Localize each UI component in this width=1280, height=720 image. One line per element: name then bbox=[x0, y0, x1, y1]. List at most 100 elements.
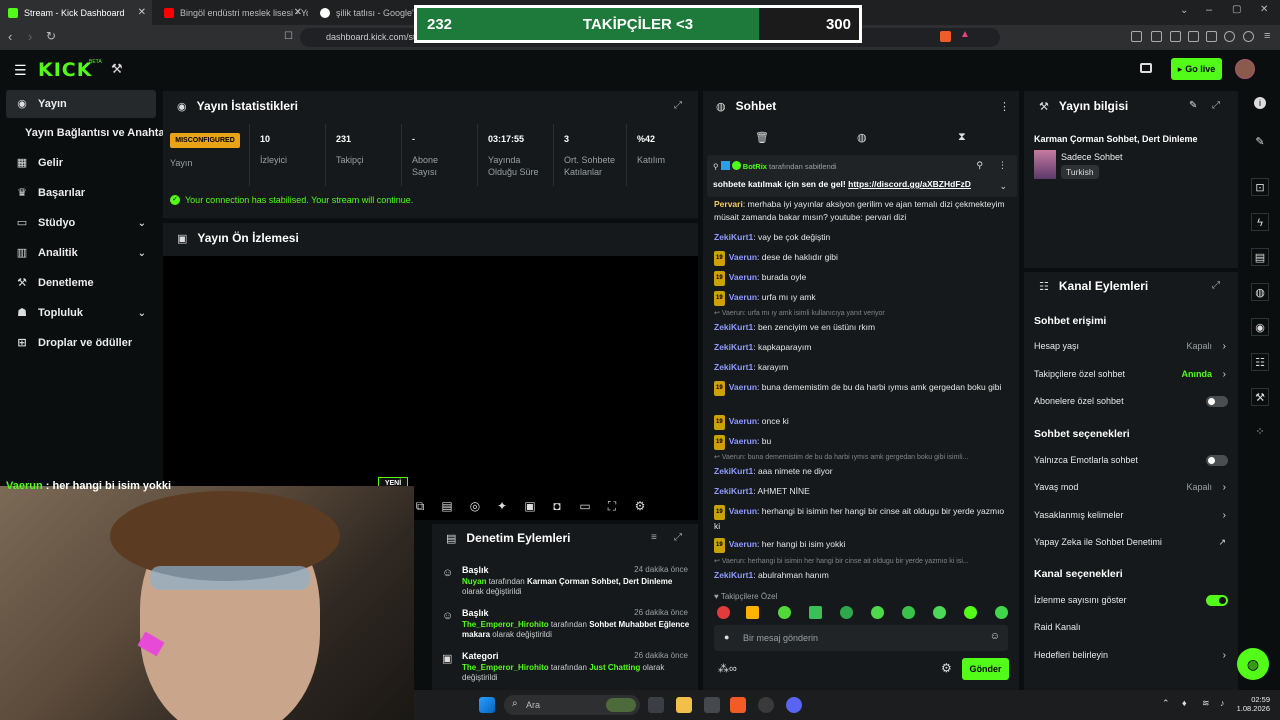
sidebar-item-analytics[interactable]: ▥ Analitik ⌄ bbox=[6, 239, 156, 267]
chat-username[interactable]: Vaerun bbox=[729, 416, 757, 426]
list-icon[interactable]: ☷ bbox=[1251, 353, 1269, 371]
file-explorer-icon[interactable] bbox=[676, 697, 692, 713]
layout-icon[interactable] bbox=[1140, 63, 1152, 73]
user-avatar[interactable] bbox=[1235, 59, 1255, 79]
windows-start-icon[interactable] bbox=[479, 697, 495, 713]
subs-chat-toggle[interactable] bbox=[1206, 395, 1228, 407]
taskbar-search[interactable]: ⌕ Ara bbox=[504, 695, 640, 715]
hourglass-icon[interactable]: ⧗ bbox=[958, 131, 966, 144]
stream-preview-video[interactable] bbox=[163, 256, 698, 520]
info-icon[interactable]: i bbox=[1254, 97, 1266, 109]
more-options-icon[interactable]: ⋮ bbox=[999, 100, 1010, 113]
chat-message[interactable]: Pervari: merhaba iyi yayınlar aksiyon ge… bbox=[714, 199, 1010, 224]
unpin-icon[interactable]: ⚲ bbox=[976, 160, 983, 171]
volume-icon[interactable]: ♪ bbox=[1220, 698, 1225, 708]
targets-row[interactable]: Hedefleri belirleyin › bbox=[1034, 650, 1228, 661]
chat-message[interactable]: 19 Vaerun: bu bbox=[714, 435, 1010, 450]
chat-gear-icon[interactable]: ⚙ bbox=[941, 661, 952, 675]
browser-tab-google[interactable]: şilik tatlısı - Google'da A bbox=[312, 0, 414, 25]
chat-message[interactable]: ZekiKurt1: ben zenciyim ve en üstünı rkı… bbox=[714, 321, 1010, 334]
apps-icon[interactable]: ⁘ bbox=[1251, 423, 1269, 441]
browser-tab-kick[interactable]: Stream - Kick Dashboard ✕ bbox=[0, 0, 152, 25]
close-window-icon[interactable]: ✕ bbox=[1260, 4, 1268, 15]
sidebar-item-drops[interactable]: ⊞ Droplar ve ödüller bbox=[6, 329, 156, 357]
browser-tab-youtube[interactable]: Bingöl endüstri meslek lisesi - YouTu ✕ bbox=[156, 0, 308, 25]
chat-message[interactable]: ZekiKurt1: kapkaparayım bbox=[714, 341, 1010, 354]
emote-icon[interactable] bbox=[902, 606, 915, 619]
emote-icon[interactable] bbox=[746, 606, 759, 619]
theatre-icon[interactable]: ▭ bbox=[578, 499, 592, 513]
back-icon[interactable]: ‹ bbox=[8, 29, 12, 44]
edit-pencil-icon[interactable]: ✎ bbox=[1189, 100, 1197, 111]
banned-words-row[interactable]: Yasaklanmış kelimeler › bbox=[1034, 510, 1228, 521]
vpn-icon[interactable] bbox=[1243, 31, 1254, 42]
store-icon[interactable] bbox=[704, 697, 720, 713]
creator-tools-icon[interactable]: ⚒ bbox=[111, 61, 123, 77]
downloads-icon[interactable] bbox=[1151, 31, 1162, 42]
chevron-down-icon[interactable]: ⌄ bbox=[999, 181, 1007, 192]
ai-moderation-row[interactable]: Yapay Zeka ile Sohbet Denetimi ↗ bbox=[1034, 537, 1228, 548]
brave-rewards-icon[interactable]: ▲ bbox=[960, 29, 970, 40]
tray-chevron-icon[interactable]: ⌃ bbox=[1162, 698, 1170, 709]
brave-shield-icon[interactable] bbox=[940, 31, 951, 42]
support-chat-icon[interactable]: ◍ bbox=[1237, 648, 1269, 680]
slow-mode-row[interactable]: Yavaş mod Kapalı › bbox=[1034, 482, 1228, 493]
settings-gear-icon[interactable]: ⚙ bbox=[633, 499, 647, 513]
go-live-button[interactable]: ▸ Go live bbox=[1171, 58, 1222, 80]
sidebar-item-stream-key[interactable]: Yayın Bağlantısı ve Anahtarı bbox=[6, 119, 172, 147]
emote-icon[interactable] bbox=[840, 606, 853, 619]
filter-icon[interactable]: ≡ bbox=[651, 532, 657, 543]
sidebar-item-studio[interactable]: ▭ Stüdyo ⌄ bbox=[6, 209, 156, 237]
edit-pencil-icon[interactable]: ✎ bbox=[1251, 133, 1269, 151]
chat-message[interactable]: ZekiKurt1: aaa nimete ne diyor bbox=[714, 465, 1010, 478]
chat-message[interactable]: 19 Vaerun: urfa mı ıy amk bbox=[714, 291, 1010, 306]
mic-icon[interactable]: ♦ bbox=[1182, 698, 1187, 708]
chat-username[interactable]: ZekiKurt1 bbox=[714, 570, 753, 580]
crop-icon[interactable]: ⧉ bbox=[413, 499, 427, 513]
discord-icon[interactable] bbox=[786, 697, 802, 713]
followers-chat-row[interactable]: Takipçilere özel sohbet Anında › bbox=[1034, 369, 1228, 380]
emoji-icon[interactable]: ☺ bbox=[990, 631, 1000, 642]
wifi-icon[interactable]: ≋ bbox=[1202, 698, 1210, 709]
forward-icon[interactable]: › bbox=[28, 29, 32, 44]
focus-icon[interactable]: ⊡ bbox=[1251, 178, 1269, 196]
chat-username[interactable]: Vaerun bbox=[729, 382, 757, 392]
emote-only-toggle[interactable] bbox=[1206, 454, 1228, 466]
chat-message[interactable]: 19 Vaerun: once ki bbox=[714, 415, 1010, 430]
emote-icon[interactable] bbox=[778, 606, 791, 619]
popout-icon[interactable]: ⤢ bbox=[674, 532, 682, 543]
emote-icon[interactable] bbox=[717, 606, 730, 619]
broadcast-icon[interactable]: ◉ bbox=[1251, 318, 1269, 336]
wrench-icon[interactable]: ⚒ bbox=[1251, 388, 1269, 406]
chat-username[interactable]: Vaerun bbox=[729, 539, 757, 549]
leo-icon[interactable] bbox=[1224, 31, 1235, 42]
close-tab-icon[interactable]: ✕ bbox=[138, 7, 146, 18]
pinned-link[interactable]: https://discord.gg/aXBZHdFzD bbox=[848, 179, 971, 189]
taskbar-clock[interactable]: 02:59 1.08.2026 bbox=[1232, 695, 1270, 713]
stats-overlay-icon[interactable]: ▤ bbox=[440, 499, 454, 513]
emote-icon[interactable] bbox=[871, 606, 884, 619]
popout-icon[interactable]: ⤢ bbox=[1212, 100, 1220, 111]
chat-bubble-icon[interactable]: ◍ bbox=[1251, 283, 1269, 301]
account-age-row[interactable]: Hesap yaşı Kapalı › bbox=[1034, 341, 1228, 352]
chat-username[interactable]: Vaerun bbox=[729, 252, 757, 262]
chat-message[interactable]: ZekiKurt1: abulrahman hanım bbox=[714, 569, 1010, 582]
chat-username[interactable]: Pervari bbox=[714, 199, 743, 209]
obs-icon[interactable] bbox=[758, 697, 774, 713]
chat-username[interactable]: Vaerun bbox=[729, 506, 757, 516]
reload-icon[interactable]: ↻ bbox=[46, 29, 56, 43]
menu-icon[interactable]: ≡ bbox=[1264, 30, 1270, 42]
trash-icon[interactable]: 🗑 bbox=[755, 131, 769, 144]
stream-health-icon[interactable]: ◎ bbox=[468, 499, 482, 513]
chat-username[interactable]: ZekiKurt1 bbox=[714, 322, 753, 332]
tab-list-icon[interactable]: ⌄ bbox=[1180, 5, 1188, 16]
chat-message[interactable]: 19 Vaerun: buna dememistim de bu da harbi… bbox=[714, 381, 1010, 396]
extensions-icon[interactable] bbox=[1131, 31, 1142, 42]
chat-message[interactable]: 19 Vaerun: her hangi bi isim yokki bbox=[714, 538, 1010, 553]
sidebar-item-stream[interactable]: ◉ Yayın bbox=[6, 90, 156, 118]
send-button[interactable]: Gönder bbox=[962, 658, 1009, 680]
hamburger-menu-icon[interactable]: ☰ bbox=[14, 62, 27, 79]
camera-icon[interactable]: ◘ bbox=[550, 499, 564, 513]
task-view-icon[interactable] bbox=[648, 697, 664, 713]
brave-browser-icon[interactable] bbox=[730, 697, 746, 713]
